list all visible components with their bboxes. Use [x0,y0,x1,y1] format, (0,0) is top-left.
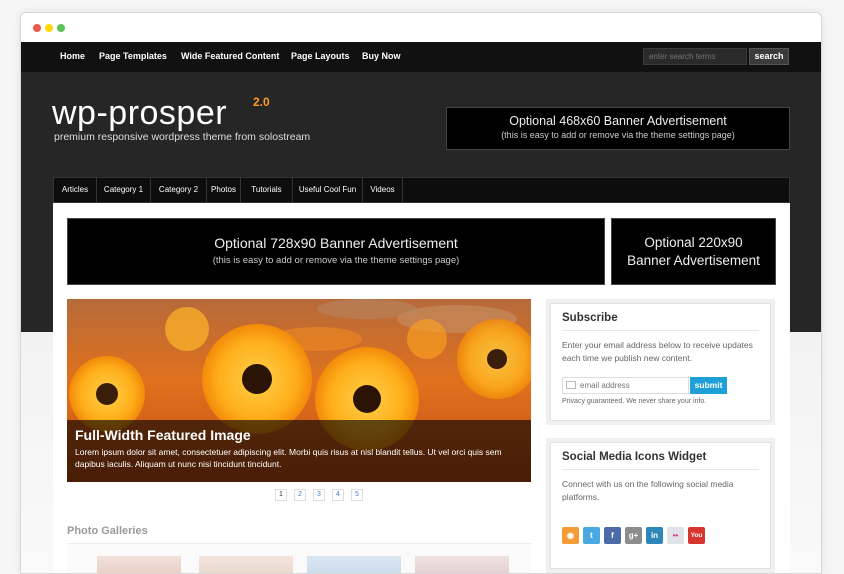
site-logo[interactable]: wp-prosper [52,93,227,133]
featured-slider[interactable]: Full-Width Featured Image Lorem ipsum do… [67,299,531,482]
divider [562,330,759,331]
email-field[interactable] [562,377,689,394]
category-articles[interactable]: Articles [54,178,97,202]
slider-page-1[interactable]: 1 [275,489,287,501]
rss-icon[interactable]: ◉ [562,527,579,544]
slider-page-5[interactable]: 5 [351,489,363,501]
site-tagline: premium responsive wordpress theme from … [54,131,311,143]
slider-page-2[interactable]: 2 [294,489,306,501]
zoom-window-button[interactable] [57,24,65,32]
photo-galleries-heading: Photo Galleries [67,525,148,537]
slider-page-3[interactable]: 3 [313,489,325,501]
category-videos[interactable]: Videos [363,178,403,202]
social-media-widget: Social Media Icons Widget Connect with u… [546,438,775,573]
category-category-2[interactable]: Category 2 [151,178,207,202]
main-content: Optional 728x90 Banner Advertisement (th… [53,203,790,573]
top-navigation: Home Page Templates Wide Featured Conten… [21,42,821,72]
category-useful-cool-fun[interactable]: Useful Cool Fun [293,178,363,202]
nav-page-templates[interactable]: Page Templates [99,51,167,61]
banner-468-line2: (this is easy to add or remove via the t… [501,130,735,140]
linkedin-icon[interactable]: in [646,527,663,544]
social-widget-description: Connect with us on the following social … [562,479,734,502]
slider-page-4[interactable]: 4 [332,489,344,501]
banner-220-line1: Optional 220x90 [644,235,743,250]
subscribe-submit-button[interactable]: submit [690,377,727,394]
featured-caption: Full-Width Featured Image Lorem ipsum do… [67,420,531,482]
subscribe-title: Subscribe [562,312,618,324]
banner-728-line2: (this is easy to add or remove via the t… [212,255,460,266]
youtube-icon[interactable]: You [688,527,705,544]
website: Home Page Templates Wide Featured Conten… [21,42,821,573]
nav-home[interactable]: Home [60,51,85,61]
close-window-button[interactable] [33,24,41,32]
googleplus-icon[interactable]: g+ [625,527,642,544]
banner-728x90[interactable]: Optional 728x90 Banner Advertisement (th… [67,218,605,285]
subscribe-widget: Subscribe Enter your email address below… [546,299,775,425]
nav-page-layouts[interactable]: Page Layouts [291,51,350,61]
search-input[interactable] [643,48,747,65]
window-titlebar [21,13,821,43]
category-photos[interactable]: Photos [207,178,241,202]
category-category-1[interactable]: Category 1 [97,178,151,202]
envelope-icon [566,381,576,389]
banner-220x90[interactable]: Optional 220x90 Banner Advertisement [611,218,776,285]
category-tutorials[interactable]: Tutorials [241,178,293,202]
search-button[interactable]: search [749,48,789,65]
featured-description: Lorem ipsum dolor sit amet, consectetuer… [75,447,502,469]
divider [562,469,759,470]
featured-title[interactable]: Full-Width Featured Image [75,427,251,443]
twitter-icon[interactable]: t [583,527,600,544]
browser-window: Home Page Templates Wide Featured Conten… [20,12,822,574]
banner-468x60[interactable]: Optional 468x60 Banner Advertisement (th… [446,107,790,150]
banner-728-line1: Optional 728x90 Banner Advertisement [214,235,458,251]
minimize-window-button[interactable] [45,24,53,32]
flickr-icon[interactable]: •• [667,527,684,544]
subscribe-description: Enter your email address below to receiv… [562,340,753,363]
social-widget-title: Social Media Icons Widget [562,451,707,463]
facebook-icon[interactable]: f [604,527,621,544]
nav-buy-now[interactable]: Buy Now [362,51,401,61]
category-navigation: Articles Category 1 Category 2 Photos Tu… [53,177,790,203]
banner-468-line1: Optional 468x60 Banner Advertisement [509,114,727,128]
privacy-note: Privacy guaranteed. We never share your … [562,398,707,405]
nav-wide-featured-content[interactable]: Wide Featured Content [181,51,279,61]
logo-version: 2.0 [253,95,270,109]
banner-220-line2: Banner Advertisement [627,253,760,268]
